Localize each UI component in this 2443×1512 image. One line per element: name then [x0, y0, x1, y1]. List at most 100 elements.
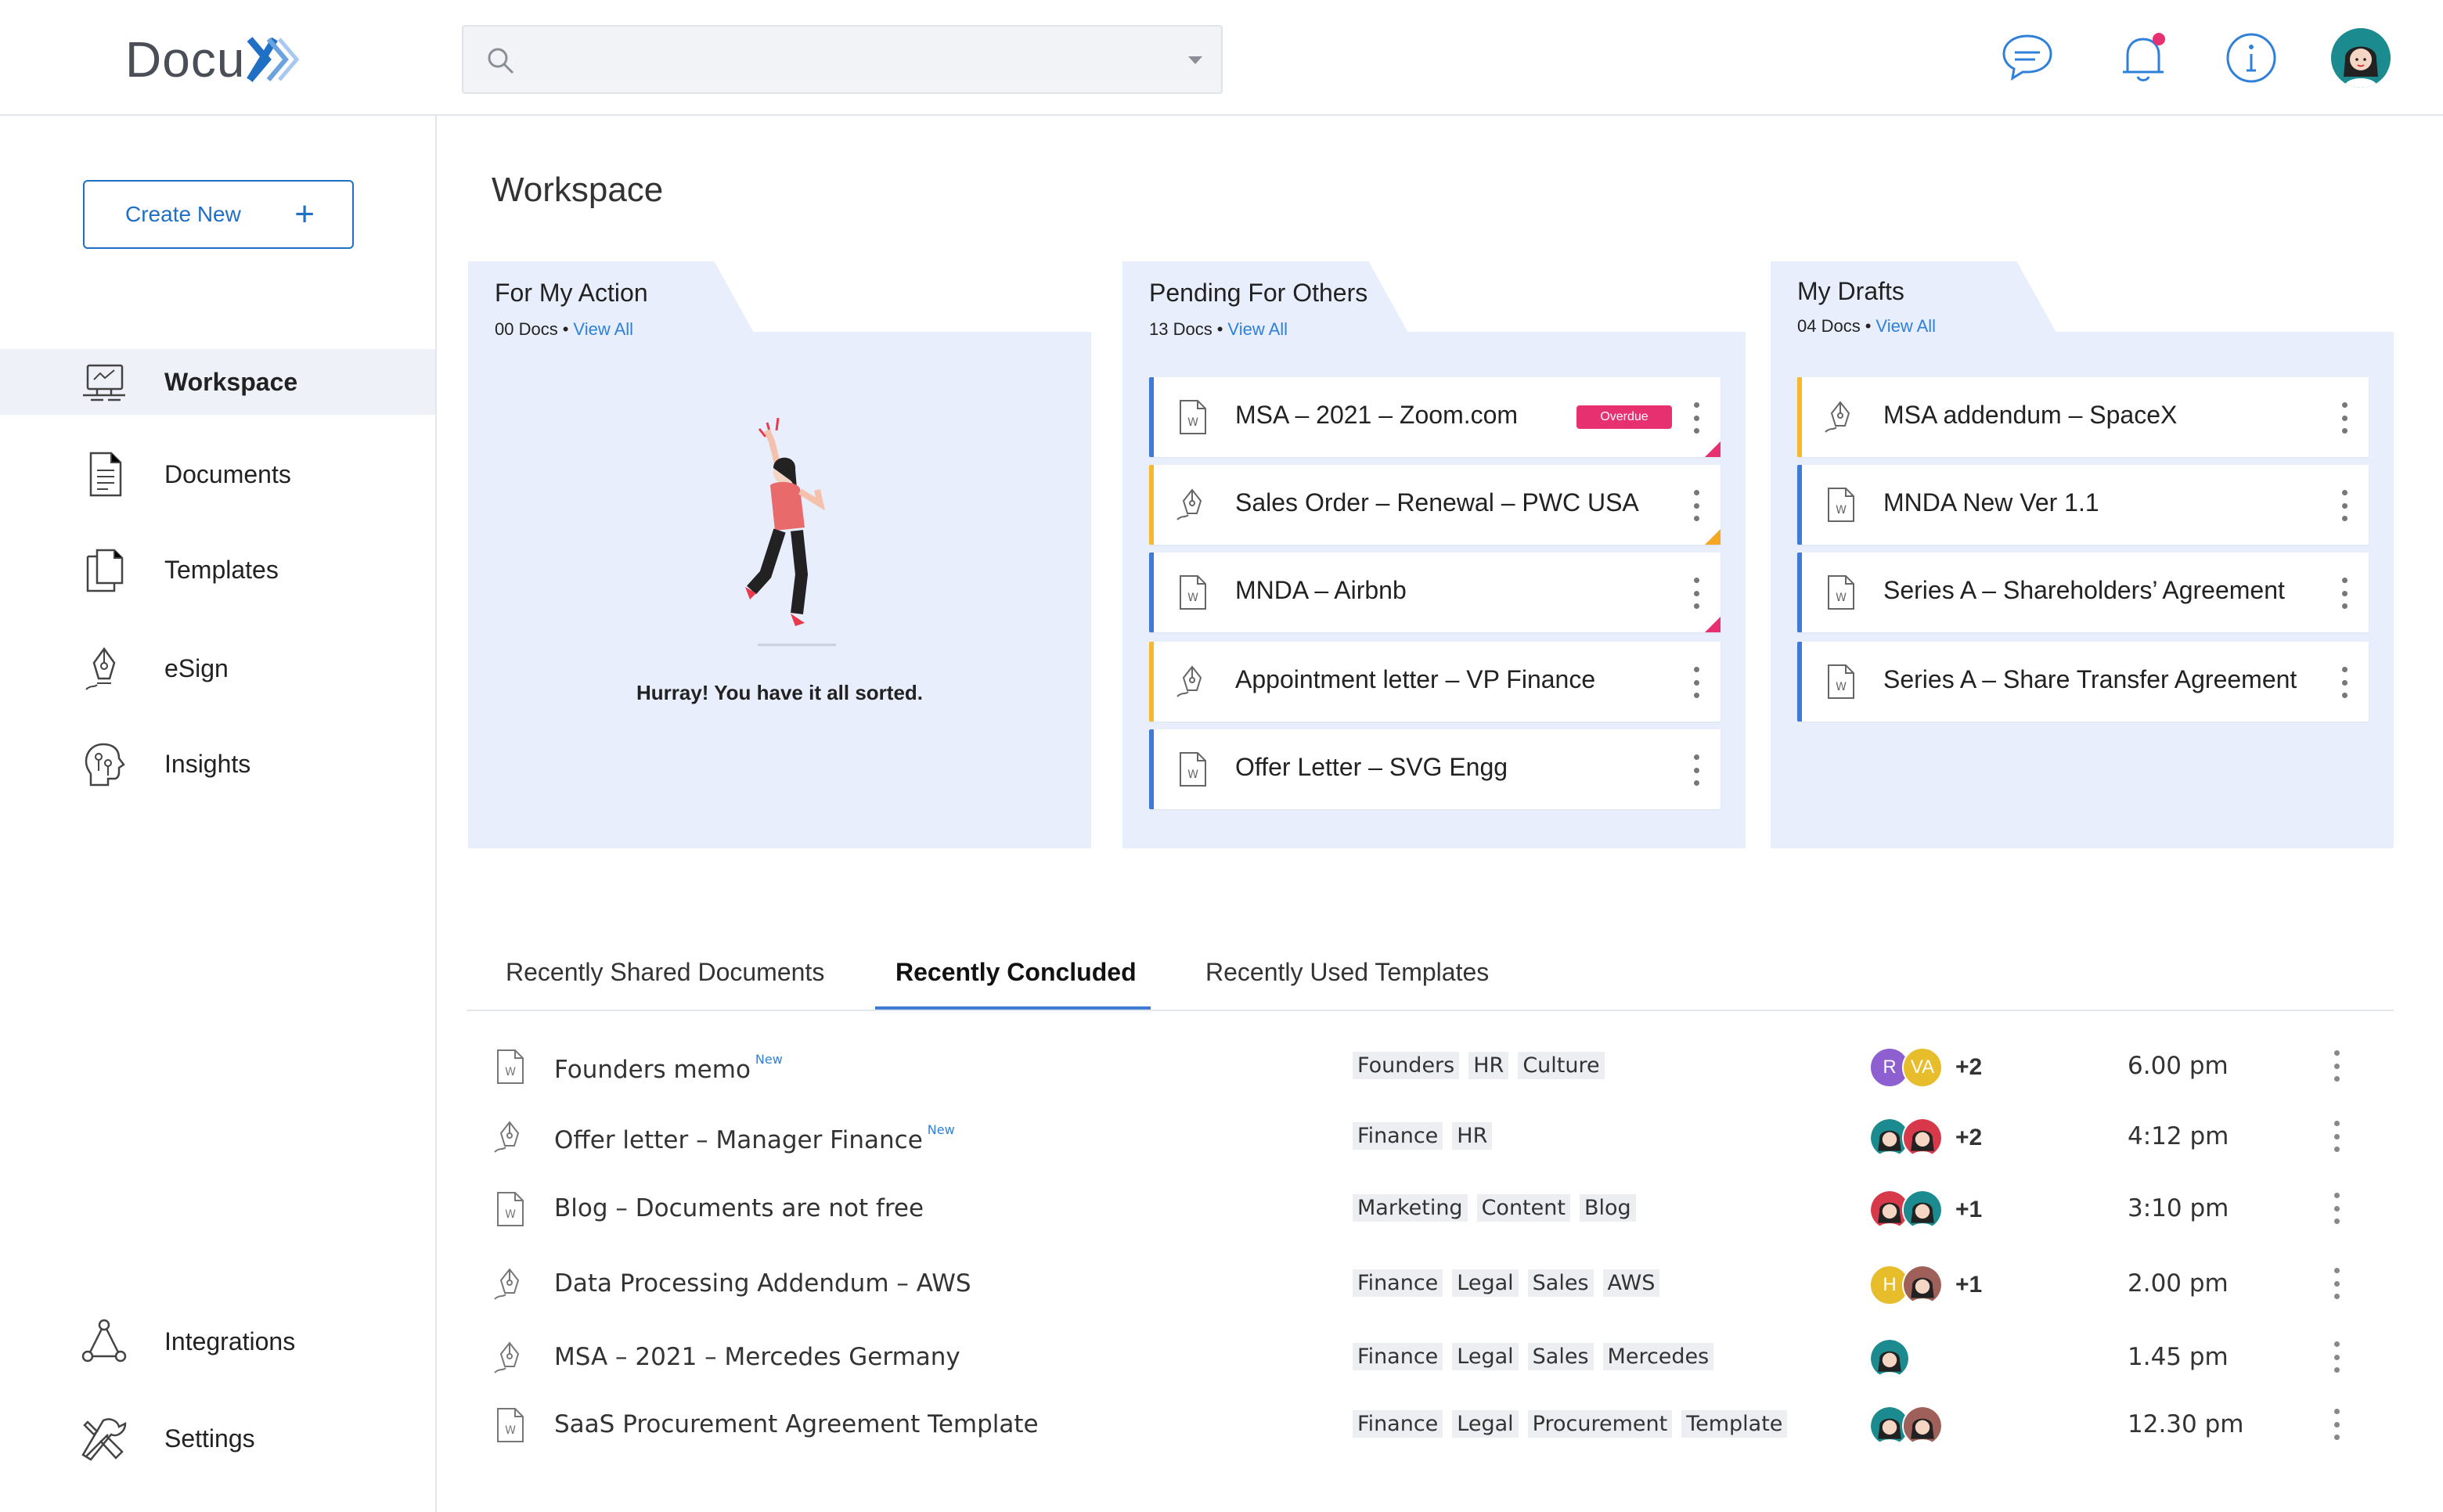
doc-card[interactable]: W MSA – 2021 – Zoom.com Overdue: [1149, 377, 1721, 457]
user-avatar[interactable]: [1869, 1338, 1910, 1379]
table-row[interactable]: MSA – 2021 – Mercedes Germany Finance Lega…: [467, 1323, 2394, 1393]
user-avatar[interactable]: [1902, 1190, 1943, 1230]
doc-card[interactable]: Sales Order – Renewal – PWC USA: [1149, 465, 1721, 545]
table-row[interactable]: W Blog – Documents are not free Marketing C…: [467, 1174, 2394, 1244]
word-doc-icon: W: [1822, 574, 1858, 610]
table-row[interactable]: Data Processing Addendum – AWS Finance Leg…: [467, 1249, 2394, 1319]
doc-name[interactable]: Blog – Documents are not free: [554, 1194, 924, 1222]
more-collaborators-count[interactable]: +1: [1955, 1272, 1982, 1298]
sidebar: Create New + Workspace Documents Templat…: [0, 116, 437, 1512]
more-menu-icon[interactable]: [2334, 1409, 2340, 1440]
more-menu-icon[interactable]: [2342, 402, 2348, 434]
doc-card[interactable]: MSA addendum – SpaceX: [1797, 377, 2369, 457]
user-avatar[interactable]: VA: [1902, 1047, 1943, 1088]
tag-chip[interactable]: Finance: [1353, 1122, 1443, 1150]
search-bar[interactable]: [462, 25, 1223, 94]
chat-icon[interactable]: [1998, 28, 2057, 88]
sidebar-item-documents[interactable]: Documents: [0, 441, 435, 507]
more-menu-icon[interactable]: [2334, 1341, 2340, 1373]
doc-name: MSA addendum – SpaceX: [1883, 401, 2178, 429]
more-menu-icon[interactable]: [2334, 1193, 2340, 1224]
tag-chip[interactable]: AWS: [1602, 1269, 1660, 1297]
svg-text:W: W: [1187, 416, 1198, 429]
tag-chip[interactable]: Template: [1681, 1410, 1788, 1438]
doc-card[interactable]: W MNDA – Airbnb: [1149, 553, 1721, 632]
sidebar-item-templates[interactable]: Templates: [0, 537, 435, 603]
more-menu-icon[interactable]: [2334, 1121, 2340, 1152]
doc-name[interactable]: SaaS Procurement Agreement Template: [554, 1410, 1039, 1438]
tag-chip[interactable]: HR: [1452, 1122, 1493, 1150]
doc-name[interactable]: Offer letter – Manager Finance New: [554, 1122, 955, 1154]
view-all-link[interactable]: View All: [1875, 316, 1936, 336]
more-menu-icon[interactable]: [2342, 667, 2348, 698]
sidebar-item-settings[interactable]: Settings: [0, 1406, 435, 1471]
tag-chip[interactable]: Content: [1476, 1194, 1570, 1222]
view-all-link[interactable]: View All: [573, 319, 633, 339]
tag-chip[interactable]: Sales: [1527, 1343, 1594, 1370]
more-menu-icon[interactable]: [2342, 490, 2348, 521]
search-input[interactable]: [534, 38, 1160, 83]
sidebar-item-insights[interactable]: Insights: [0, 731, 435, 797]
create-new-button[interactable]: Create New +: [83, 180, 354, 249]
app-logo[interactable]: Docu: [125, 30, 306, 89]
tag-chip[interactable]: Finance: [1353, 1410, 1443, 1438]
more-menu-icon[interactable]: [2334, 1050, 2340, 1082]
search-dropdown-caret-icon[interactable]: [1188, 56, 1202, 64]
doc-card[interactable]: W Series A – Share Transfer Agreement: [1797, 642, 2369, 722]
overdue-badge: Overdue: [1576, 405, 1672, 429]
user-avatar[interactable]: [1902, 1406, 1943, 1446]
doc-name: MSA – 2021 – Zoom.com: [1235, 401, 1519, 429]
view-all-link[interactable]: View All: [1227, 319, 1288, 339]
more-menu-icon[interactable]: [2334, 1268, 2340, 1299]
tag-chip[interactable]: Legal: [1452, 1410, 1519, 1438]
tag-list: Marketing Content Blog: [1353, 1194, 1636, 1222]
more-collaborators-count[interactable]: +2: [1955, 1054, 1982, 1081]
tab-recently-shared[interactable]: Recently Shared Documents: [506, 958, 824, 987]
tag-chip[interactable]: Procurement: [1527, 1410, 1673, 1438]
sidebar-item-integrations[interactable]: Integrations: [0, 1309, 435, 1374]
user-avatar[interactable]: [1902, 1265, 1943, 1305]
tag-chip[interactable]: HR: [1468, 1052, 1509, 1079]
tag-chip[interactable]: Legal: [1452, 1269, 1519, 1297]
table-row[interactable]: W Founders memo New Founders HR Culture R VA +2 6…: [467, 1031, 2394, 1102]
tag-chip[interactable]: Blog: [1579, 1194, 1636, 1222]
tag-chip[interactable]: Culture: [1518, 1052, 1605, 1079]
doc-card[interactable]: W Offer Letter – SVG Engg: [1149, 729, 1721, 809]
collaborator-avatars: [1869, 1406, 1943, 1446]
more-menu-icon[interactable]: [1694, 490, 1700, 521]
more-collaborators-count[interactable]: +1: [1955, 1197, 1982, 1223]
doc-count: 13 Docs: [1149, 319, 1212, 339]
doc-card[interactable]: Appointment letter – VP Finance: [1149, 642, 1721, 722]
more-menu-icon[interactable]: [1694, 578, 1700, 609]
tag-chip[interactable]: Marketing: [1353, 1194, 1468, 1222]
tag-chip[interactable]: Finance: [1353, 1269, 1443, 1297]
recent-tabs: Recently Shared Documents Recently Concl…: [467, 931, 2394, 1011]
tag-chip[interactable]: Finance: [1353, 1343, 1443, 1370]
user-avatar[interactable]: [1902, 1118, 1943, 1158]
table-row[interactable]: W SaaS Procurement Agreement Template Fina…: [467, 1390, 2394, 1460]
user-avatar[interactable]: [2331, 28, 2391, 88]
info-icon[interactable]: [2221, 28, 2281, 88]
sidebar-item-esign[interactable]: eSign: [0, 635, 435, 701]
doc-card[interactable]: W Series A – Shareholders’ Agreement: [1797, 553, 2369, 632]
more-menu-icon[interactable]: [2342, 578, 2348, 609]
tab-recently-concluded[interactable]: Recently Concluded: [895, 958, 1137, 987]
doc-name-text: Data Processing Addendum – AWS: [554, 1269, 971, 1298]
doc-name[interactable]: Data Processing Addendum – AWS: [554, 1269, 971, 1298]
tag-chip[interactable]: Legal: [1452, 1343, 1519, 1370]
table-row[interactable]: Offer letter – Manager Finance New Finance…: [467, 1102, 2394, 1172]
doc-card[interactable]: W MNDA New Ver 1.1: [1797, 465, 2369, 545]
doc-name[interactable]: Founders memo New: [554, 1052, 783, 1084]
more-menu-icon[interactable]: [1694, 402, 1700, 434]
sidebar-item-workspace[interactable]: Workspace: [0, 349, 435, 415]
tab-recently-used-templates[interactable]: Recently Used Templates: [1205, 958, 1489, 987]
doc-name: Appointment letter – VP Finance: [1235, 665, 1596, 693]
more-menu-icon[interactable]: [1694, 667, 1700, 698]
tag-chip[interactable]: Mercedes: [1602, 1343, 1714, 1370]
tag-chip[interactable]: Founders: [1353, 1052, 1460, 1079]
tag-chip[interactable]: Sales: [1527, 1269, 1594, 1297]
bell-icon[interactable]: [2113, 28, 2173, 88]
more-collaborators-count[interactable]: +2: [1955, 1125, 1982, 1151]
more-menu-icon[interactable]: [1694, 754, 1700, 786]
doc-name[interactable]: MSA – 2021 – Mercedes Germany: [554, 1343, 960, 1371]
